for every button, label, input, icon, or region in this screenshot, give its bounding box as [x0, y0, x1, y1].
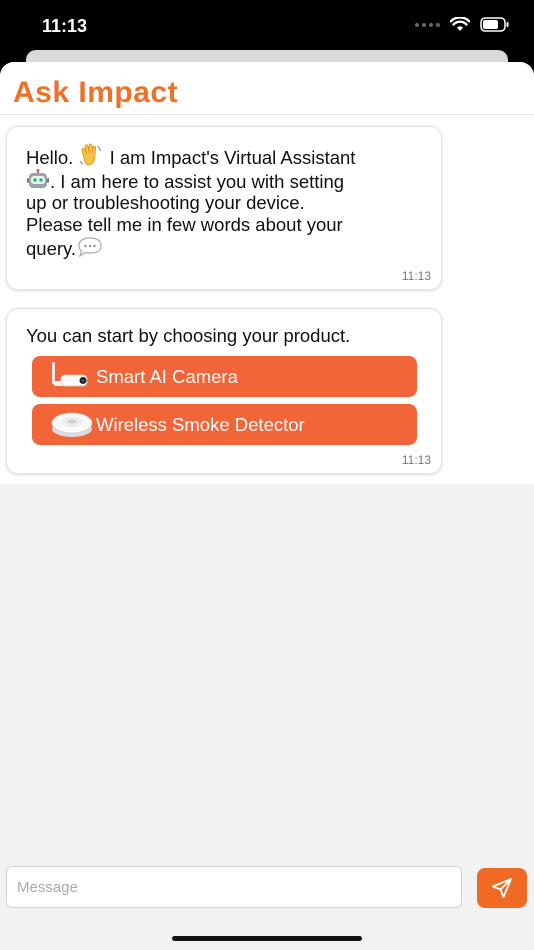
status-time: 11:13 [42, 16, 88, 36]
message-text: Hello. I am Impact's Virtual Assistant .… [26, 143, 426, 260]
home-indicator[interactable] [172, 936, 362, 941]
speech-bubble-icon [78, 237, 102, 258]
page-title: Ask Impact [13, 76, 179, 109]
message-composer [0, 854, 534, 920]
product-prompt: You can start by choosing your product. [26, 325, 351, 346]
message-timestamp: 11:13 [401, 269, 431, 283]
message-line: up or troubleshooting your device. [26, 192, 305, 214]
signal-icon [415, 22, 440, 27]
status-bar: 11:13 [0, 0, 534, 54]
message-input[interactable] [6, 866, 462, 908]
wireless-smoke-detector-button[interactable]: Wireless Smoke Detector [32, 404, 417, 445]
message-line: query. [26, 236, 426, 260]
message-timestamp: 11:13 [401, 453, 431, 467]
camera-icon [52, 361, 88, 386]
send-icon [492, 878, 512, 898]
message-line: Hello. I am Impact's Virtual Assistant [26, 143, 426, 169]
header: Ask Impact [0, 62, 534, 115]
product-label: Wireless Smoke Detector [96, 413, 305, 435]
product-label: Smart AI Camera [96, 365, 238, 387]
smart-ai-camera-button[interactable]: Smart AI Camera [32, 356, 417, 397]
assistant-message-bubble: Hello. I am Impact's Virtual Assistant .… [6, 126, 442, 290]
assistant-message-bubble: You can start by choosing your product. … [6, 308, 442, 474]
wifi-icon [450, 17, 470, 31]
send-button[interactable] [477, 868, 527, 908]
battery-icon [480, 17, 509, 32]
smoke-detector-icon [51, 412, 93, 437]
chat-screen: Ask Impact Hello. I am Impact's Virtual … [0, 62, 534, 950]
robot-icon [27, 168, 49, 188]
message-line: . I am here to assist you with setting [26, 168, 426, 193]
waving-hand-icon [79, 143, 102, 166]
message-line: Please tell me in few words about your [26, 214, 343, 236]
chat-area[interactable]: Hello. I am Impact's Virtual Assistant .… [0, 115, 534, 484]
status-icons [415, 17, 510, 32]
